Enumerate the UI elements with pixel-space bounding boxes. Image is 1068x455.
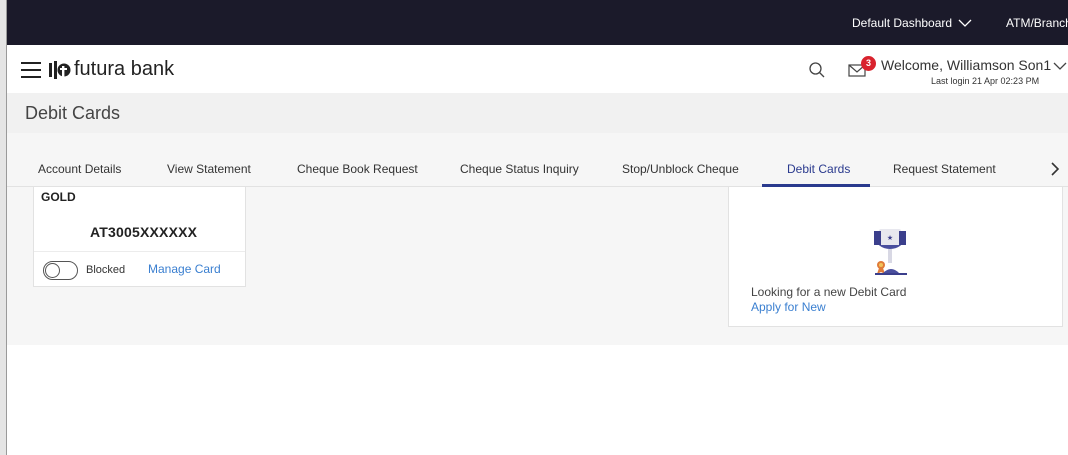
tab-request-statement[interactable]: Request Statement [893, 162, 996, 176]
chevron-down-icon[interactable] [1053, 61, 1067, 71]
divider [34, 251, 245, 252]
logo-text: futura bank [74, 58, 175, 80]
chevron-down-icon [958, 19, 972, 27]
tab-view-statement[interactable]: View Statement [167, 162, 251, 176]
hamburger-menu-icon[interactable] [21, 62, 41, 78]
manage-card-link[interactable]: Manage Card [148, 262, 221, 276]
dashboard-selector[interactable]: Default Dashboard [852, 16, 972, 30]
debit-card-tile: GOLD AT3005XXXXXX Blocked Manage Card [33, 187, 246, 287]
welcome-text[interactable]: Welcome, Williamson Son1 [881, 57, 1051, 73]
page-title: Debit Cards [25, 103, 121, 123]
tab-stop-unblock-cheque[interactable]: Stop/Unblock Cheque [622, 162, 739, 176]
atm-branch-link[interactable]: ATM/Branch [1006, 16, 1068, 30]
tab-cheque-status-inquiry[interactable]: Cheque Status Inquiry [460, 162, 579, 176]
search-icon[interactable] [808, 61, 826, 79]
card-number: AT3005XXXXXX [90, 224, 198, 240]
tab-debit-cards[interactable]: Debit Cards [787, 162, 850, 176]
bank-logo[interactable]: futura bank [49, 58, 174, 81]
last-login-text: Last login 21 Apr 02:23 PM [931, 76, 1040, 86]
apply-card-panel: ★ Looking for a new Debit Card Apply for… [728, 187, 1063, 327]
toggle-knob [45, 263, 60, 278]
block-toggle[interactable] [43, 261, 78, 280]
promo-text: Looking for a new Debit Card [751, 285, 907, 299]
top-bar: Default Dashboard ATM/Branch [7, 0, 1068, 45]
page-footer-area [7, 345, 1068, 455]
notification-badge: 3 [861, 56, 876, 71]
tab-bar: Account Details View Statement Cheque Bo… [7, 150, 1068, 187]
trophy-icon: ★ [874, 229, 907, 275]
tab-cheque-book-request[interactable]: Cheque Book Request [297, 162, 418, 176]
page-header: Debit Cards [7, 93, 1068, 133]
dashboard-label: Default Dashboard [852, 16, 953, 30]
apply-for-new-link[interactable]: Apply for New [751, 300, 826, 314]
header: futura bank 3 Welcome, Williamson Son1 L… [7, 45, 1068, 93]
card-type: GOLD [41, 190, 76, 204]
chevron-right-icon[interactable] [1050, 162, 1060, 176]
tab-account-details[interactable]: Account Details [38, 162, 121, 176]
futura-logo-icon [49, 60, 71, 79]
main-content: Account Details View Statement Cheque Bo… [7, 133, 1068, 345]
status-label: Blocked [86, 264, 126, 276]
svg-text:★: ★ [887, 234, 893, 242]
